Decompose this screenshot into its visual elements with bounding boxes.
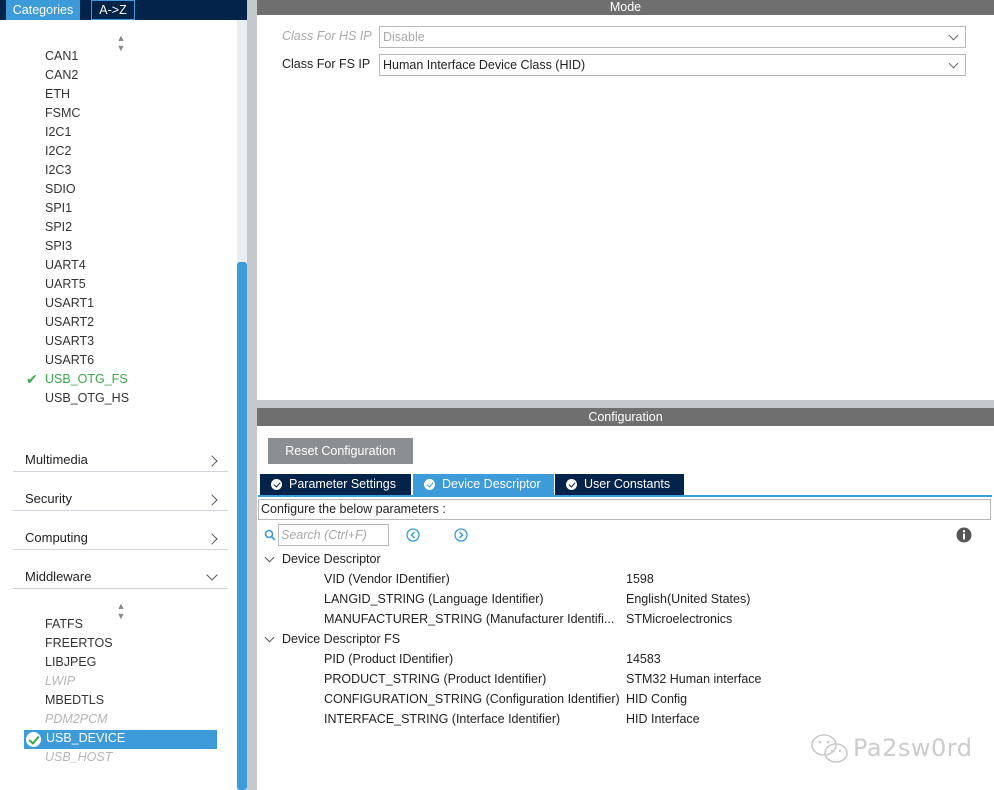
middleware-item-lwip[interactable]: LWIP bbox=[45, 672, 75, 691]
wechat-logo-icon bbox=[811, 734, 848, 763]
tab-device-descriptor[interactable]: Device Descriptor bbox=[413, 474, 554, 495]
tab-parameter-settings[interactable]: Parameter Settings bbox=[260, 474, 411, 495]
peripheral-item-can2[interactable]: CAN2 bbox=[45, 66, 78, 85]
mode-header: Mode bbox=[257, 0, 994, 15]
parameter-name[interactable]: LANGID_STRING (Language Identifier) bbox=[324, 589, 544, 609]
category-middleware[interactable]: Middleware bbox=[13, 561, 228, 589]
info-icon[interactable] bbox=[956, 527, 972, 543]
middleware-item-fatfs[interactable]: FATFS bbox=[45, 615, 83, 634]
previous-result-icon[interactable] bbox=[406, 528, 420, 542]
parameter-value[interactable]: HID Interface bbox=[626, 709, 700, 729]
configuration-header: Configuration bbox=[257, 408, 994, 426]
peripheral-item-i2c3[interactable]: I2C3 bbox=[45, 161, 71, 180]
chevron-right-icon bbox=[206, 455, 218, 467]
configure-hint: Configure the below parameters : bbox=[258, 499, 991, 520]
parameter-name[interactable]: PID (Product IDentifier) bbox=[324, 649, 453, 669]
tab-label: User Constants bbox=[584, 477, 671, 491]
category-computing[interactable]: Computing bbox=[13, 522, 228, 550]
peripheral-item-usart3[interactable]: USART3 bbox=[45, 332, 94, 351]
category-label: Computing bbox=[25, 530, 88, 545]
middleware-item-libjpeg[interactable]: LIBJPEG bbox=[45, 653, 96, 672]
peripheral-item-eth[interactable]: ETH bbox=[45, 85, 70, 104]
middleware-item-usb-host[interactable]: USB_HOST bbox=[45, 748, 112, 767]
peripheral-item-sdio[interactable]: SDIO bbox=[45, 180, 76, 199]
parameter-value[interactable]: HID Config bbox=[626, 689, 687, 709]
watermark-text: Pa2sw0rd bbox=[853, 734, 973, 762]
reset-configuration-button[interactable]: Reset Configuration bbox=[268, 438, 413, 464]
middleware-item-mbedtls[interactable]: MBEDTLS bbox=[45, 691, 104, 710]
parameter-value[interactable]: English(United States) bbox=[626, 589, 750, 609]
middleware-item-usb-device[interactable]: USB_DEVICE bbox=[46, 729, 125, 748]
middleware-item-pdm2pcm[interactable]: PDM2PCM bbox=[45, 710, 108, 729]
category-tab-bar: Categories A->Z bbox=[0, 0, 247, 20]
category-multimedia[interactable]: Multimedia bbox=[13, 444, 228, 472]
tab-underline bbox=[258, 495, 992, 497]
peripheral-item-usb-otg-hs[interactable]: USB_OTG_HS bbox=[45, 389, 129, 408]
peripheral-item-usart1[interactable]: USART1 bbox=[45, 294, 94, 313]
peripheral-item-can1[interactable]: CAN1 bbox=[45, 47, 78, 66]
category-label: Security bbox=[25, 491, 72, 506]
scrollbar-thumb[interactable] bbox=[237, 262, 247, 790]
check-circle-icon bbox=[566, 479, 577, 490]
hs-class-select[interactable]: Disable bbox=[379, 26, 966, 48]
tab-user-constants[interactable]: User Constants bbox=[555, 474, 684, 495]
tab-a-to-z[interactable]: A->Z bbox=[91, 0, 135, 20]
parameter-value[interactable]: STMicroelectronics bbox=[626, 609, 732, 629]
peripheral-item-usart6[interactable]: USART6 bbox=[45, 351, 94, 370]
categories-panel: Categories A->Z ▲ ▼ CAN1 CAN2 ETH FSMC I2C1 I2… bbox=[0, 0, 247, 790]
fs-class-select[interactable]: Human Interface Device Class (HID) bbox=[379, 54, 966, 76]
tab-label: Parameter Settings bbox=[289, 477, 396, 491]
parameter-name[interactable]: PRODUCT_STRING (Product Identifier) bbox=[324, 669, 546, 689]
search-input[interactable]: Search (Ctrl+F) bbox=[278, 524, 389, 546]
chevron-down-icon bbox=[948, 58, 959, 69]
peripheral-item-spi2[interactable]: SPI2 bbox=[45, 218, 72, 237]
vertical-splitter[interactable] bbox=[247, 0, 257, 790]
peripheral-item-fsmc[interactable]: FSMC bbox=[45, 104, 80, 123]
middleware-item-freertos[interactable]: FREERTOS bbox=[45, 634, 113, 653]
parameter-value[interactable]: STM32 Human interface bbox=[626, 669, 761, 689]
enabled-check-icon bbox=[26, 732, 41, 747]
tab-label: Device Descriptor bbox=[442, 477, 541, 491]
parameter-name[interactable]: INTERFACE_STRING (Interface Identifier) bbox=[324, 709, 560, 729]
parameter-name[interactable]: MANUFACTURER_STRING (Manufacturer Identi… bbox=[324, 609, 614, 629]
chevron-right-icon bbox=[206, 494, 218, 506]
scroll-up-icon[interactable]: ▲ ▼ bbox=[114, 33, 128, 53]
category-label: Middleware bbox=[25, 569, 92, 584]
check-circle-icon bbox=[424, 479, 435, 490]
enabled-check-icon: ✔ bbox=[26, 371, 38, 387]
chevron-right-icon bbox=[206, 533, 218, 545]
fs-class-label: Class For FS IP bbox=[282, 57, 371, 71]
tree-group-label[interactable]: Device Descriptor FS bbox=[282, 629, 400, 649]
parameter-name[interactable]: CONFIGURATION_STRING (Configuration Iden… bbox=[324, 689, 620, 709]
fs-class-value: Human Interface Device Class (HID) bbox=[383, 58, 586, 72]
parameter-name[interactable]: VID (Vendor IDentifier) bbox=[324, 569, 450, 589]
next-result-icon[interactable] bbox=[454, 528, 468, 542]
hs-class-label: Class For HS IP bbox=[282, 29, 372, 43]
peripheral-item-i2c1[interactable]: I2C1 bbox=[45, 123, 71, 142]
scroll-up-icon[interactable]: ▲ ▼ bbox=[114, 601, 128, 621]
tab-categories[interactable]: Categories bbox=[6, 0, 80, 20]
peripheral-item-i2c2[interactable]: I2C2 bbox=[45, 142, 71, 161]
peripheral-item-usb-otg-fs[interactable]: USB_OTG_FS bbox=[45, 370, 128, 389]
check-circle-icon bbox=[271, 479, 282, 490]
category-label: Multimedia bbox=[25, 452, 88, 467]
hs-class-value: Disable bbox=[383, 30, 425, 44]
parameter-value[interactable]: 14583 bbox=[626, 649, 661, 669]
search-icon bbox=[264, 529, 276, 541]
category-security[interactable]: Security bbox=[13, 483, 228, 511]
horizontal-splitter[interactable] bbox=[257, 400, 994, 408]
chevron-down-icon bbox=[948, 30, 959, 41]
peripheral-item-usart2[interactable]: USART2 bbox=[45, 313, 94, 332]
peripheral-item-spi3[interactable]: SPI3 bbox=[45, 237, 72, 256]
peripheral-item-uart4[interactable]: UART4 bbox=[45, 256, 86, 275]
peripheral-item-spi1[interactable]: SPI1 bbox=[45, 199, 72, 218]
peripheral-item-uart5[interactable]: UART5 bbox=[45, 275, 86, 294]
tree-group-label[interactable]: Device Descriptor bbox=[282, 549, 381, 569]
chevron-down-icon bbox=[206, 569, 218, 581]
parameter-value[interactable]: 1598 bbox=[626, 569, 654, 589]
